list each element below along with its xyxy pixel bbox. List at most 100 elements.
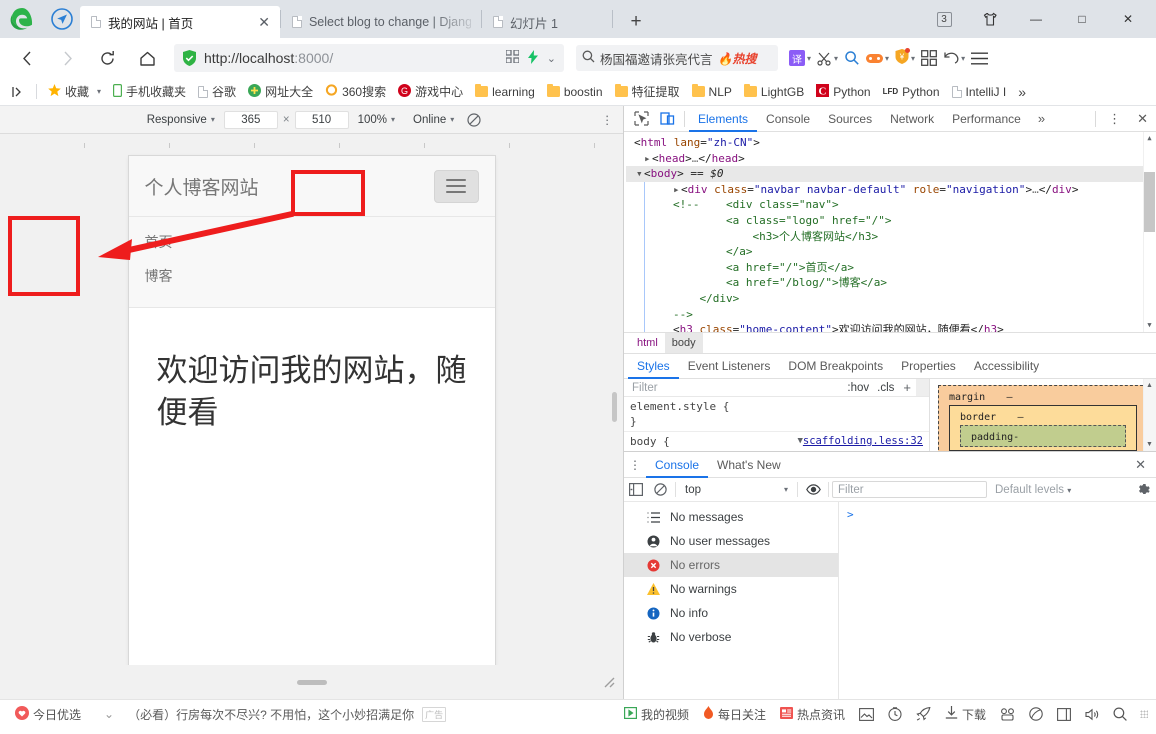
close-window-button[interactable]: ✕ xyxy=(1106,0,1150,38)
bookmark-lightgbm[interactable]: LightGB xyxy=(738,80,810,104)
device-toolbar-icon[interactable] xyxy=(654,106,680,132)
devtools-tabs-overflow-icon[interactable]: » xyxy=(1030,111,1053,126)
inspect-icon[interactable] xyxy=(628,106,654,132)
address-bar[interactable]: http://localhost:8000/ ⌄ xyxy=(174,44,564,72)
element-line[interactable]: <h3 class="home-content">欢迎访问我的网站，随便看</h… xyxy=(644,322,1156,332)
element-line[interactable]: <html lang="zh-CN"> xyxy=(626,135,1156,151)
device-toolbar-more-icon[interactable]: ⋮ xyxy=(602,113,614,127)
scroll-down-icon[interactable]: ▼ xyxy=(1144,438,1155,451)
taskbar-print-icon[interactable] xyxy=(993,702,1022,726)
console-filter-input[interactable]: Filter xyxy=(832,481,987,498)
clear-console-icon[interactable] xyxy=(648,483,672,496)
elements-scrollbar[interactable]: ▲ ▼ xyxy=(1143,132,1156,332)
breadcrumb-html[interactable]: html xyxy=(630,333,665,354)
nav-link-home[interactable]: 首页 xyxy=(145,225,479,259)
skin-shirt-icon[interactable] xyxy=(968,0,1012,38)
bookmark-boosting[interactable]: boostin xyxy=(541,80,609,104)
devtools-tab-console[interactable]: Console xyxy=(757,106,819,132)
bookmarks-expand-icon[interactable] xyxy=(6,80,31,104)
styles-tab-event-listeners[interactable]: Event Listeners xyxy=(679,353,780,379)
taskbar-today-picks[interactable]: 今日优选 xyxy=(8,702,88,726)
scissors-icon[interactable]: ▾ xyxy=(814,42,841,74)
eye-icon[interactable] xyxy=(801,484,825,495)
gamepad-icon[interactable]: ▾ xyxy=(863,42,892,74)
apps-grid-icon[interactable] xyxy=(918,42,940,74)
console-prompt[interactable]: > xyxy=(839,502,1156,699)
device-height-input[interactable]: 510 xyxy=(294,110,349,129)
devtools-tab-elements[interactable]: Elements xyxy=(689,106,757,132)
console-levels-selector[interactable]: Default levels ▾ xyxy=(987,484,1079,496)
taskbar-search-icon[interactable] xyxy=(1106,702,1134,726)
sidebar-toggle-icon[interactable] xyxy=(624,483,648,496)
bookmark-游戏中心[interactable]: G 游戏中心 xyxy=(392,80,469,104)
console-count-info[interactable]: No info xyxy=(624,601,838,625)
bookmark-网址大全[interactable]: 网址大全 xyxy=(242,80,319,104)
devtools-tab-network[interactable]: Network xyxy=(881,106,943,132)
scroll-up-icon[interactable]: ▲ xyxy=(1144,379,1155,392)
bookmark-python-c[interactable]: C Python xyxy=(810,80,876,104)
element-line[interactable]: <h3>个人博客网站</h3> xyxy=(644,228,1156,245)
bookmark-收藏[interactable]: 收藏 ▾ xyxy=(42,80,107,104)
taskbar-my-video[interactable]: 我的视频 xyxy=(617,702,696,726)
elements-tree[interactable]: <html lang="zh-CN"> ▸<head>…</head> ▾<bo… xyxy=(624,132,1156,332)
bookmark-intellij[interactable]: IntelliJ I xyxy=(946,80,1013,104)
new-style-rule-button[interactable]: + xyxy=(898,380,916,395)
styles-filter-input[interactable]: Filter xyxy=(624,382,843,394)
browser-tab-3[interactable]: 幻灯片 1 xyxy=(482,6,612,38)
devtools-tab-performance[interactable]: Performance xyxy=(943,106,1030,132)
css-rule-element-style[interactable]: element.style { } xyxy=(624,397,929,431)
search-input[interactable]: 杨国福邀请张亮代言 xyxy=(600,49,713,68)
throttling-selector[interactable]: Online ▾ xyxy=(404,114,463,126)
device-selector[interactable]: Responsive ▾ xyxy=(138,114,224,126)
element-line[interactable]: ▸<head>…</head> xyxy=(626,151,1156,167)
resize-grip[interactable] xyxy=(1140,710,1148,718)
menu-icon[interactable] xyxy=(968,42,991,74)
elements-scroll-thumb[interactable] xyxy=(1144,172,1155,232)
settings-gear-icon[interactable] xyxy=(1130,483,1156,497)
bookmark-nlp[interactable]: NLP xyxy=(686,80,738,104)
viewport-resize-corner-icon[interactable] xyxy=(601,674,615,691)
home-icon[interactable] xyxy=(128,42,166,74)
lightning-icon[interactable] xyxy=(527,49,538,67)
drawer-close-icon[interactable]: ✕ xyxy=(1125,457,1156,473)
console-count-verbose[interactable]: No verbose xyxy=(624,625,838,649)
breadcrumb-body[interactable]: body xyxy=(664,332,703,354)
taskbar-window-icon[interactable] xyxy=(1050,702,1078,726)
qr-icon[interactable] xyxy=(505,49,520,66)
styles-scrollbar[interactable]: ▲ ▼ xyxy=(1143,379,1156,451)
undo-icon[interactable]: ▾ xyxy=(940,42,968,74)
devtools-more-icon[interactable]: ⋮ xyxy=(1100,111,1129,127)
taskbar-image-icon[interactable] xyxy=(852,702,881,726)
taskbar-shield-scan-icon[interactable] xyxy=(1022,702,1050,726)
element-line[interactable]: --> xyxy=(644,306,1156,323)
translate-icon[interactable]: 译 ▾ xyxy=(786,42,814,74)
element-line[interactable]: <a href="/">首页</a> xyxy=(644,259,1156,276)
taskbar-ad[interactable]: （必看）行房每次不尽兴? 不用怕，这个小妙招满足你 广告 xyxy=(121,702,453,726)
taskbar-rocket-icon[interactable] xyxy=(909,702,938,726)
element-line[interactable]: </div> xyxy=(644,290,1156,307)
devtools-close-icon[interactable]: ✕ xyxy=(1129,111,1156,127)
css-rule-body[interactable]: scaffolding.less:32 body { ▼ xyxy=(624,431,929,451)
reload-icon[interactable] xyxy=(88,42,126,74)
zoom-selector[interactable]: 100% ▾ xyxy=(349,114,404,126)
box-model-border[interactable]: border – padding- xyxy=(949,405,1137,451)
taskbar-clock-icon[interactable] xyxy=(881,702,909,726)
element-line[interactable]: <a class="logo" href="/"> xyxy=(644,212,1156,229)
box-model-padding[interactable]: padding- xyxy=(960,425,1126,447)
bookmark-特征提取[interactable]: 特征提取 xyxy=(609,80,686,104)
element-line[interactable]: <a href="/blog/">博客</a> xyxy=(644,275,1156,291)
bookmark-手机收藏夹[interactable]: 手机收藏夹 xyxy=(107,80,192,104)
taskbar-expand-icon[interactable]: ⌄ xyxy=(88,702,121,726)
magnifier-icon[interactable] xyxy=(841,42,863,74)
drawer-more-icon[interactable]: ⋮ xyxy=(624,458,646,472)
viewport-resize-handle-right[interactable] xyxy=(612,391,617,422)
styles-tab-accessibility[interactable]: Accessibility xyxy=(965,353,1048,379)
styles-tab-styles[interactable]: Styles xyxy=(628,353,679,379)
console-count-user-messages[interactable]: No user messages xyxy=(624,529,838,553)
console-context-selector[interactable]: top ▾ xyxy=(679,484,794,496)
nav-link-blog[interactable]: 博客 xyxy=(145,259,479,293)
tab-count-badge[interactable]: 3 xyxy=(922,0,966,38)
devtools-tab-sources[interactable]: Sources xyxy=(819,106,881,132)
bookmark-learning[interactable]: learning xyxy=(469,80,541,104)
styles-tab-dom-breakpoints[interactable]: DOM Breakpoints xyxy=(779,353,892,379)
